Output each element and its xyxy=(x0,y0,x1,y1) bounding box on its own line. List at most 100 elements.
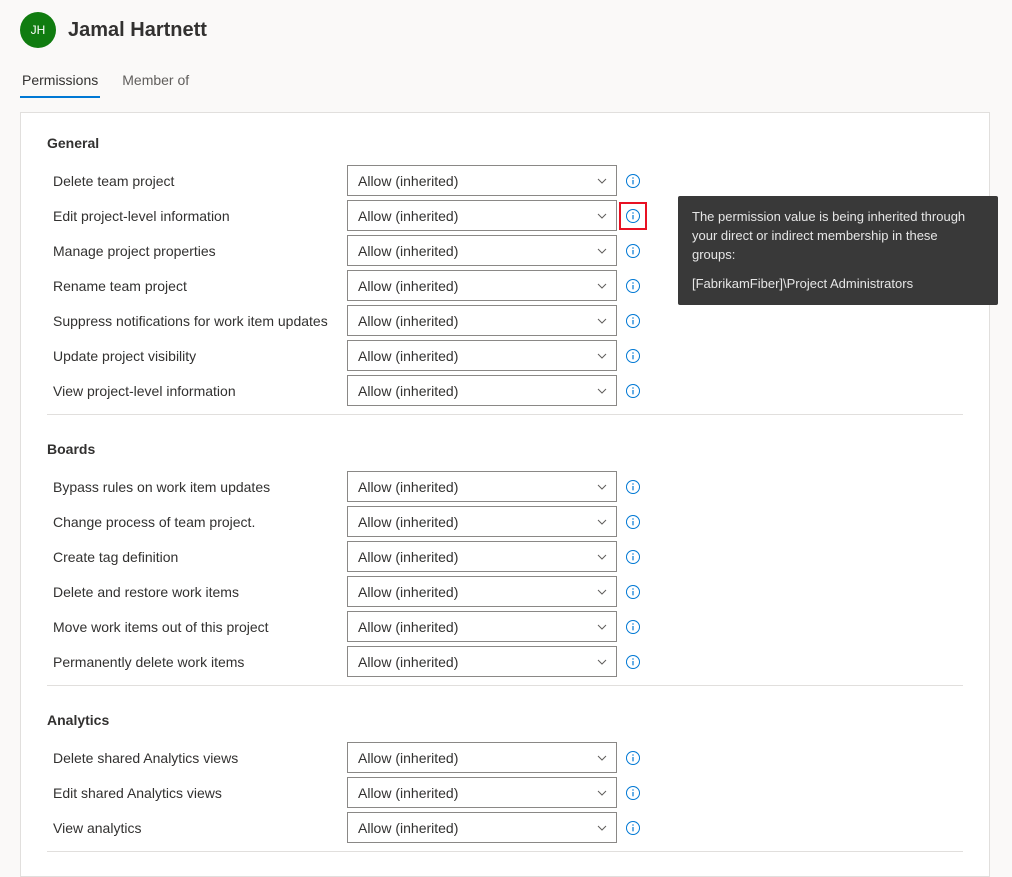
info-icon xyxy=(625,619,641,635)
permission-label: Rename team project xyxy=(47,278,347,294)
info-icon xyxy=(625,243,641,259)
select-box[interactable]: Allow (inherited) xyxy=(347,506,617,537)
info-button[interactable] xyxy=(624,242,642,260)
select-value: Allow (inherited) xyxy=(358,348,458,364)
info-icon xyxy=(625,750,641,766)
info-button[interactable] xyxy=(624,653,642,671)
permission-label: Edit project-level information xyxy=(47,208,347,224)
permission-select[interactable]: Allow (inherited) xyxy=(347,506,617,537)
select-box[interactable]: Allow (inherited) xyxy=(347,270,617,301)
select-box[interactable]: Allow (inherited) xyxy=(347,742,617,773)
info-button[interactable] xyxy=(624,347,642,365)
permission-select[interactable]: Allow (inherited) xyxy=(347,812,617,843)
permission-row: Bypass rules on work item updatesAllow (… xyxy=(47,469,963,504)
info-button[interactable] xyxy=(624,478,642,496)
chevron-down-icon xyxy=(596,822,608,834)
select-box[interactable]: Allow (inherited) xyxy=(347,576,617,607)
select-value: Allow (inherited) xyxy=(358,383,458,399)
permission-select[interactable]: Allow (inherited) xyxy=(347,375,617,406)
chevron-down-icon xyxy=(596,516,608,528)
info-button[interactable] xyxy=(624,207,642,225)
info-button[interactable] xyxy=(624,312,642,330)
permission-select[interactable]: Allow (inherited) xyxy=(347,742,617,773)
select-box[interactable]: Allow (inherited) xyxy=(347,235,617,266)
info-button[interactable] xyxy=(624,749,642,767)
info-column xyxy=(617,207,649,225)
permission-row: Create tag definition Allow (inherited) xyxy=(47,539,963,574)
info-button[interactable] xyxy=(624,819,642,837)
select-box[interactable]: Allow (inherited) xyxy=(347,305,617,336)
select-box[interactable]: Allow (inherited) xyxy=(347,646,617,677)
tab-permissions[interactable]: Permissions xyxy=(20,66,100,98)
permission-row: View project-level informationAllow (inh… xyxy=(47,373,963,408)
info-column xyxy=(617,583,649,601)
info-button[interactable] xyxy=(624,277,642,295)
tooltip-group: [FabrikamFiber]\Project Administrators xyxy=(692,275,984,294)
info-column xyxy=(617,749,649,767)
tooltip-text: The permission value is being inherited … xyxy=(692,209,965,262)
info-button[interactable] xyxy=(624,382,642,400)
info-button[interactable] xyxy=(624,784,642,802)
permission-select[interactable]: Allow (inherited) xyxy=(347,165,617,196)
select-box[interactable]: Allow (inherited) xyxy=(347,165,617,196)
info-icon xyxy=(625,549,641,565)
select-box[interactable]: Allow (inherited) xyxy=(347,777,617,808)
info-button[interactable] xyxy=(624,172,642,190)
permission-select[interactable]: Allow (inherited) xyxy=(347,576,617,607)
select-value: Allow (inherited) xyxy=(358,313,458,329)
info-icon xyxy=(625,173,641,189)
permission-row: Delete shared Analytics viewsAllow (inhe… xyxy=(47,740,963,775)
select-box[interactable]: Allow (inherited) xyxy=(347,541,617,572)
select-value: Allow (inherited) xyxy=(358,479,458,495)
info-icon xyxy=(625,313,641,329)
info-column xyxy=(617,312,649,330)
permission-label: Suppress notifications for work item upd… xyxy=(47,313,347,329)
select-value: Allow (inherited) xyxy=(358,785,458,801)
chevron-down-icon xyxy=(596,385,608,397)
permission-row: Edit shared Analytics viewsAllow (inheri… xyxy=(47,775,963,810)
select-box[interactable]: Allow (inherited) xyxy=(347,812,617,843)
info-button[interactable] xyxy=(624,513,642,531)
info-column xyxy=(617,382,649,400)
info-icon xyxy=(625,348,641,364)
info-button[interactable] xyxy=(624,548,642,566)
permission-label: Create tag definition xyxy=(47,549,347,565)
select-value: Allow (inherited) xyxy=(358,820,458,836)
permission-row: Update project visibility Allow (inherite… xyxy=(47,338,963,373)
permission-select[interactable]: Allow (inherited) xyxy=(347,305,617,336)
permission-select[interactable]: Allow (inherited) xyxy=(347,611,617,642)
select-box[interactable]: Allow (inherited) xyxy=(347,471,617,502)
chevron-down-icon xyxy=(596,315,608,327)
select-value: Allow (inherited) xyxy=(358,549,458,565)
permission-select[interactable]: Allow (inherited) xyxy=(347,340,617,371)
permission-select[interactable]: Allow (inherited) xyxy=(347,777,617,808)
chevron-down-icon xyxy=(596,586,608,598)
select-box[interactable]: Allow (inherited) xyxy=(347,340,617,371)
permission-select[interactable]: Allow (inherited) xyxy=(347,541,617,572)
permission-select[interactable]: Allow (inherited) xyxy=(347,471,617,502)
user-header: JH Jamal Hartnett xyxy=(20,12,1012,48)
info-icon xyxy=(625,278,641,294)
permission-label: View analytics xyxy=(47,820,347,836)
select-box[interactable]: Allow (inherited) xyxy=(347,375,617,406)
chevron-down-icon xyxy=(596,175,608,187)
info-column xyxy=(617,784,649,802)
info-button[interactable] xyxy=(624,583,642,601)
info-icon xyxy=(625,383,641,399)
info-column xyxy=(617,172,649,190)
select-value: Allow (inherited) xyxy=(358,278,458,294)
select-box[interactable]: Allow (inherited) xyxy=(347,611,617,642)
select-value: Allow (inherited) xyxy=(358,619,458,635)
permission-select[interactable]: Allow (inherited) xyxy=(347,270,617,301)
tab-member-of[interactable]: Member of xyxy=(120,66,191,98)
permission-select[interactable]: Allow (inherited) xyxy=(347,200,617,231)
avatar: JH xyxy=(20,12,56,48)
permission-label: Update project visibility xyxy=(47,348,347,364)
permission-select[interactable]: Allow (inherited) xyxy=(347,646,617,677)
inheritance-tooltip: The permission value is being inherited … xyxy=(678,196,998,305)
select-box[interactable]: Allow (inherited) xyxy=(347,200,617,231)
info-button[interactable] xyxy=(624,618,642,636)
permission-row: Move work items out of this projectAllow… xyxy=(47,609,963,644)
permission-select[interactable]: Allow (inherited) xyxy=(347,235,617,266)
info-icon xyxy=(625,785,641,801)
